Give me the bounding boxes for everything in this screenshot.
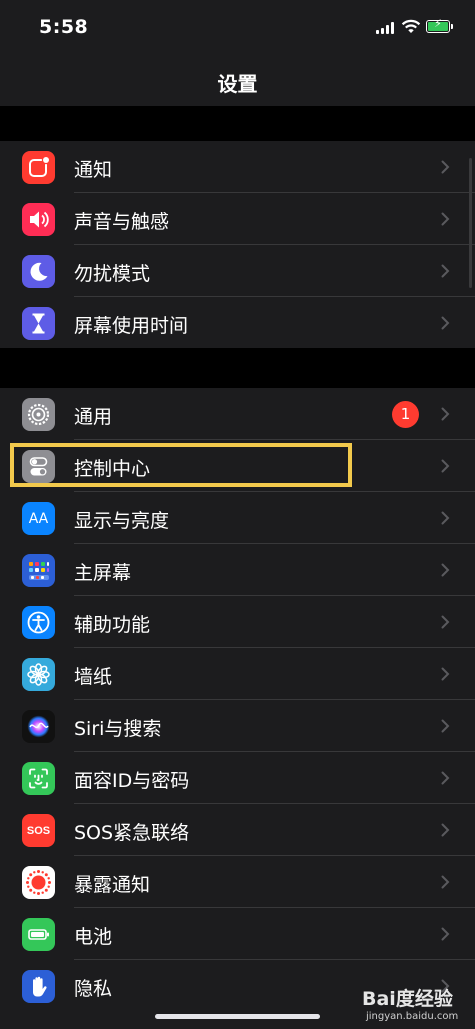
watermark: Bai度经验 jingyan.baidu.com	[362, 984, 472, 1028]
settings-row-label: 辅助功能	[74, 614, 151, 636]
chevron-right-icon	[441, 407, 450, 421]
settings-row-label: Siri与搜索	[74, 718, 162, 740]
battery-status-icon: ⚡	[426, 17, 453, 33]
navigation-bar: 设置	[0, 56, 475, 106]
settings-row-label: 屏幕使用时间	[74, 315, 189, 337]
chevron-right-icon	[441, 563, 450, 577]
gear-icon	[22, 398, 55, 431]
settings-row-label: 面容ID与密码	[74, 770, 190, 792]
chevron-right-icon	[441, 927, 450, 941]
settings-row-label: 勿扰模式	[74, 263, 151, 285]
home-screen-icon	[22, 554, 55, 587]
hand-icon	[22, 970, 55, 1003]
settings-row-do-not-disturb[interactable]: 勿扰模式	[0, 245, 475, 297]
wallpaper-icon	[22, 658, 55, 691]
chevron-right-icon	[441, 316, 450, 330]
chevron-right-icon	[441, 875, 450, 889]
settings-row-label: 声音与触感	[74, 211, 170, 233]
settings-row-sounds[interactable]: 声音与触感	[0, 193, 475, 245]
display-icon: AA	[22, 502, 55, 535]
settings-row-exposure-notifications[interactable]: 暴露通知	[0, 856, 475, 908]
sound-icon	[22, 203, 55, 236]
status-bar: 5:58 ⚡	[0, 0, 475, 56]
face-id-icon	[22, 762, 55, 795]
settings-row-emergency-sos[interactable]: SOS SOS紧急联络	[0, 804, 475, 856]
settings-row-wallpaper[interactable]: 墙纸	[0, 648, 475, 700]
exposure-icon	[22, 866, 55, 899]
settings-row-label: 通用	[74, 406, 113, 428]
chevron-right-icon	[441, 160, 450, 174]
settings-row-battery[interactable]: 电池	[0, 908, 475, 960]
settings-row-label: 电池	[74, 926, 113, 948]
settings-row-home-screen[interactable]: 主屏幕	[0, 544, 475, 596]
settings-row-label: 隐私	[74, 978, 113, 1000]
sos-icon: SOS	[22, 814, 55, 847]
notification-badge: 1	[392, 401, 419, 428]
settings-row-general[interactable]: 通用 1	[0, 388, 475, 440]
settings-row-label: 显示与亮度	[74, 510, 170, 532]
chevron-right-icon	[441, 212, 450, 226]
settings-row-face-id-passcode[interactable]: 面容ID与密码	[0, 752, 475, 804]
chevron-right-icon	[441, 823, 450, 837]
moon-icon	[22, 255, 55, 288]
status-time: 5:58	[39, 16, 89, 38]
watermark-url: jingyan.baidu.com	[366, 1011, 459, 1022]
settings-row-label: 通知	[74, 159, 113, 181]
settings-row-accessibility[interactable]: 辅助功能	[0, 596, 475, 648]
siri-icon	[22, 710, 55, 743]
settings-row-notifications[interactable]: 通知	[0, 141, 475, 193]
highlight-box	[10, 443, 352, 487]
settings-row-siri-search[interactable]: Siri与搜索	[0, 700, 475, 752]
chevron-right-icon	[441, 719, 450, 733]
chevron-right-icon	[441, 511, 450, 525]
settings-row-screen-time[interactable]: 屏幕使用时间	[0, 297, 475, 349]
settings-row-label: 墙纸	[74, 666, 113, 688]
wifi-icon	[401, 19, 421, 33]
accessibility-icon	[22, 606, 55, 639]
chevron-right-icon	[441, 771, 450, 785]
settings-row-label: 主屏幕	[74, 562, 132, 584]
settings-row-label: SOS紧急联络	[74, 822, 190, 844]
display-icon-text: AA	[28, 510, 49, 527]
home-indicator[interactable]	[155, 1014, 320, 1019]
settings-row-label: 暴露通知	[74, 874, 151, 896]
battery-icon	[22, 918, 55, 951]
watermark-logo: Bai度经验	[362, 988, 453, 1010]
chevron-right-icon	[441, 264, 450, 278]
page-title: 设置	[217, 72, 258, 96]
chevron-right-icon	[441, 459, 450, 473]
sos-icon-text: SOS	[26, 824, 51, 837]
hourglass-icon	[22, 307, 55, 340]
settings-row-display-brightness[interactable]: AA 显示与亮度	[0, 492, 475, 544]
chevron-right-icon	[441, 667, 450, 681]
cellular-signal-icon	[376, 22, 396, 34]
notifications-icon	[22, 151, 55, 184]
chevron-right-icon	[441, 615, 450, 629]
scroll-indicator[interactable]	[469, 158, 472, 288]
settings-group-1: 通知 声音与触感 勿扰模式 屏幕使用时间	[0, 141, 475, 348]
